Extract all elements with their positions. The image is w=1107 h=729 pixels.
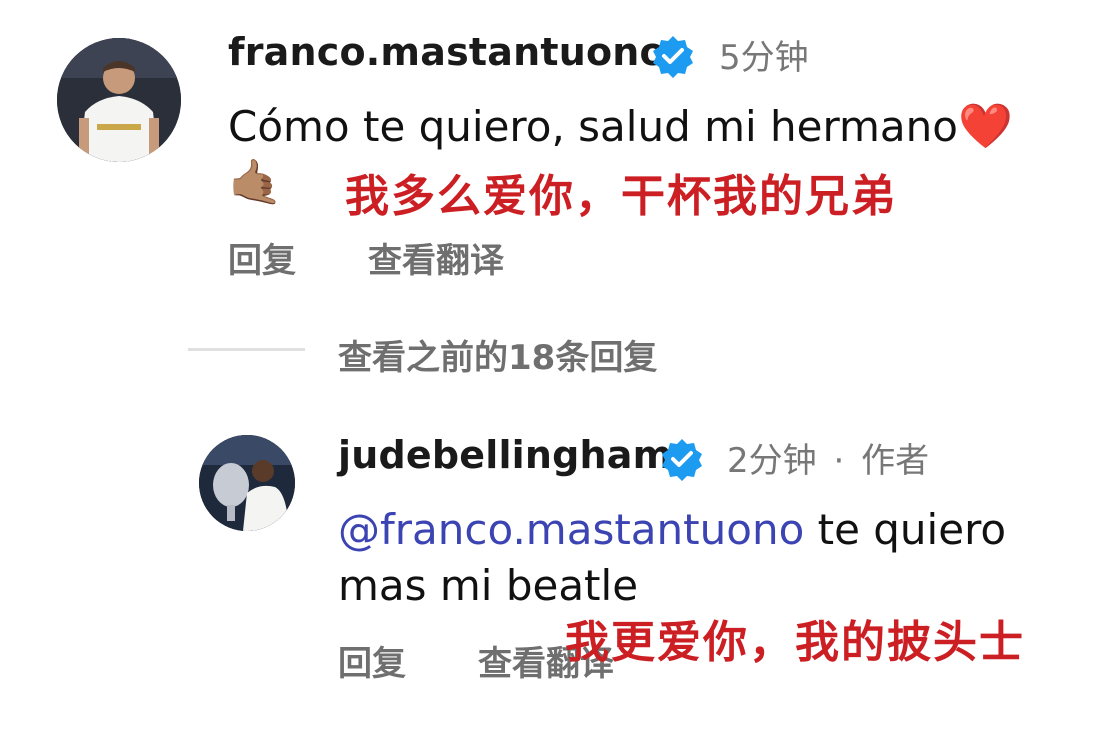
avatar-franco-image bbox=[57, 38, 181, 162]
comment2-text-line1: @franco.mastantuono te quiero bbox=[338, 502, 1006, 558]
verified-badge-icon bbox=[662, 439, 702, 481]
comment1-time: 5分钟 bbox=[719, 38, 809, 78]
mention-link[interactable]: @franco.mastantuono bbox=[338, 505, 804, 554]
comment1-text-body: Cómo te quiero, salud mi hermano bbox=[228, 102, 958, 151]
verified-badge-icon bbox=[653, 36, 693, 78]
meta-separator: · bbox=[833, 441, 845, 481]
comment2-reply-button[interactable]: 回复 bbox=[338, 636, 406, 685]
heart-emoji-icon: ❤️ bbox=[957, 101, 1013, 152]
replies-divider bbox=[188, 348, 305, 351]
comment1-username[interactable]: franco.mastantuono bbox=[228, 30, 666, 74]
comment2-username[interactable]: judebellingham bbox=[338, 433, 672, 477]
avatar-franco[interactable] bbox=[57, 38, 181, 162]
comment1-translate-button[interactable]: 查看翻译 bbox=[368, 233, 504, 282]
view-previous-replies-button[interactable]: 查看之前的18条回复 bbox=[338, 330, 657, 379]
comment2-meta: 2分钟 · 作者 bbox=[727, 433, 929, 482]
comment1-reply-button[interactable]: 回复 bbox=[228, 233, 296, 282]
comment2-text-rest: te quiero bbox=[804, 505, 1007, 554]
comment1-translation-overlay: 我多么爱你，干杯我的兄弟 bbox=[345, 171, 897, 222]
avatar-jude-image bbox=[199, 435, 295, 531]
comment2-translation-overlay: 我更爱你，我的披头士 bbox=[565, 617, 1025, 668]
comment1-text: Cómo te quiero, salud mi hermano❤️ bbox=[228, 99, 1013, 155]
call-me-hand-emoji-icon: 🤙🏽 bbox=[228, 157, 283, 208]
comment2-time: 2分钟 bbox=[727, 441, 817, 481]
avatar-jude[interactable] bbox=[199, 435, 295, 531]
author-badge: 作者 bbox=[861, 441, 930, 481]
